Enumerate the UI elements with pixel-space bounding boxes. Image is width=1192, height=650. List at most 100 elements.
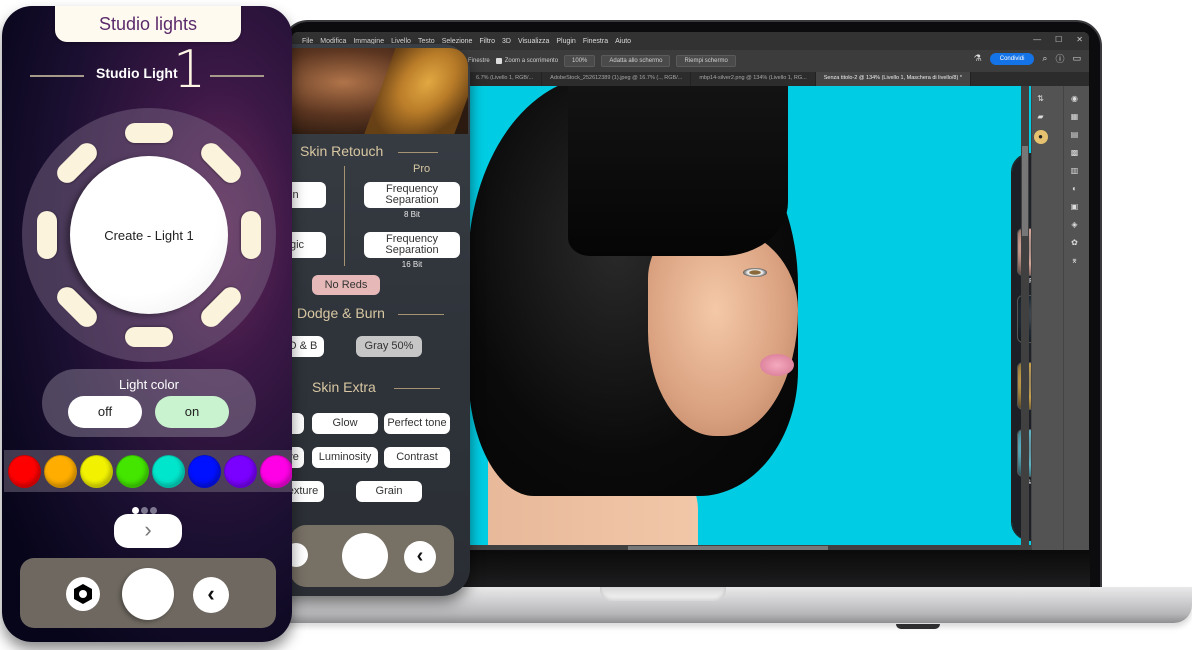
menu-item-aiuto[interactable]: Aiuto [615,38,631,45]
back-button[interactable]: ‹ [193,577,229,613]
all-windows-label[interactable]: Finestre [468,58,490,64]
zoom-100-button[interactable]: 100% [564,55,596,67]
menu-item-3d[interactable]: 3D [502,38,511,45]
fit-screen-button[interactable]: Adatta allo schermo [601,55,671,67]
light-color-on-button[interactable]: on [155,396,229,428]
scrubby-zoom-label: Zoom a scorrimento [504,58,559,64]
settings-hex-button[interactable] [66,577,100,611]
home-button[interactable] [342,533,388,579]
light-segment[interactable] [241,211,261,259]
color-swatch-bar [4,450,292,492]
patterns-icon[interactable]: ▩ [1069,148,1081,158]
no-reds-button[interactable]: No Reds [312,275,380,295]
panel-column-2: ◉ ▦ ▤ ▩ ▥ ◐ ▣ ◈ ✿ ⌆ [1063,86,1085,550]
layers-icon[interactable]: ◈ [1069,220,1081,230]
libraries-icon[interactable]: ▥ [1069,166,1081,176]
color-icon[interactable]: ◉ [1069,94,1081,104]
color-swatch[interactable] [44,454,77,488]
plugin-droplet-icon[interactable]: ● [1033,130,1048,144]
scrollbar-thumb[interactable] [1022,146,1028,236]
search-icon[interactable]: ⌕ [1042,53,1047,64]
comments-icon[interactable]: ▰ [1035,112,1047,122]
checkbox-icon [495,58,502,64]
light-segment[interactable] [125,123,173,143]
model-bangs [568,86,788,256]
home-button[interactable] [122,568,174,620]
gold-paint [364,48,468,134]
workspace-icon[interactable]: ▭ [1072,53,1081,64]
fill-screen-button[interactable]: Riempi schermo [676,55,736,67]
light-segment[interactable] [125,327,173,347]
light-color-off-button[interactable]: off [68,396,142,428]
gradients-icon[interactable]: ▤ [1069,130,1081,140]
title-line [398,152,438,153]
title-line [394,388,440,389]
color-swatch[interactable] [260,454,292,488]
light-color-title: Light color [119,377,179,392]
page-dot[interactable] [150,507,157,514]
color-swatch[interactable] [80,454,113,488]
paths-icon[interactable]: ⌆ [1069,256,1081,266]
model-eye [743,268,767,277]
color-swatch[interactable] [188,454,221,488]
document-tab[interactable]: AdobeStock_252612389 (1).jpeg @ 16.7% (.… [542,72,692,86]
menu-item-filtro[interactable]: Filtro [479,38,495,45]
color-swatch[interactable] [152,454,185,488]
panel-column-1: ⇅ ▰ ● [1031,86,1049,550]
scrubby-zoom-checkbox[interactable]: Zoom a scorrimento [495,58,559,64]
create-light-button[interactable]: Create - Light 1 [70,156,228,314]
properties-icon[interactable]: ▣ [1069,202,1081,212]
page-dot[interactable] [141,507,148,514]
bottom-dock: ‹ [20,558,276,628]
help-icon[interactable]: ⓘ [1055,52,1064,65]
close-button[interactable]: ✕ [1076,35,1083,44]
maximize-button[interactable]: ☐ [1055,35,1062,44]
minimize-button[interactable]: — [1033,35,1041,44]
light-number: 1 [173,40,207,100]
luminosity-button[interactable]: Luminosity [312,447,378,468]
studio-light-label: Studio Light [96,65,178,81]
channels-icon[interactable]: ✿ [1069,238,1081,248]
share-button[interactable]: Condividi [989,52,1035,65]
glow-button[interactable]: Glow [312,413,378,434]
light-ring: Create - Light 1 [22,108,276,362]
frequency-separation-8bit-button[interactable]: Frequency Separation [364,182,460,208]
back-button[interactable]: ‹ [404,541,436,573]
contrast-button[interactable]: Contrast [384,447,450,468]
swatches-icon[interactable]: ▦ [1069,112,1081,122]
hexagon-icon [74,584,92,604]
menu-item-plugin[interactable]: Plugin [556,38,575,45]
color-swatch[interactable] [8,454,41,488]
document-canvas[interactable]: Modify portrait excellence RetouchAi - f… [468,86,1038,545]
frequency-separation-16bit-button[interactable]: Frequency Separation [364,232,460,258]
bit-depth-label: 8 Bit [403,210,420,219]
title-line [30,75,84,77]
light-color-card: Light color off on [42,369,256,437]
document-tab[interactable]: 6.7% (Livello 1, RGB/... [468,72,543,86]
scrollbar-thumb[interactable] [628,546,828,550]
color-swatch[interactable] [116,454,149,488]
laptop-notch [600,587,726,601]
color-swatch[interactable] [224,454,257,488]
column-divider [344,166,345,266]
grain-button[interactable]: Grain [356,481,422,502]
history-icon[interactable]: ⇅ [1035,94,1047,104]
page-dot[interactable] [132,507,139,514]
promo-stage: File Modifica Immagine Livello Testo Selezion… [0,0,1192,650]
menu-item-visualizza[interactable]: Visualizza [518,38,549,45]
hero-image [290,48,468,134]
adjustments-icon[interactable]: ◐ [1069,184,1081,194]
flask-icon[interactable]: ⚗ [974,53,982,64]
light-segment[interactable] [37,211,57,259]
vertical-scrollbar[interactable] [1021,86,1029,550]
perfect-tone-button[interactable]: Perfect tone [384,413,450,434]
title-line [210,75,264,77]
skin-extra-title: Skin Extra [312,379,376,395]
document-tab[interactable]: mbp14-silver2.png @ 134% (Livello 1, RG.… [691,72,816,86]
next-page-button[interactable]: › [114,514,182,548]
document-tab[interactable]: Senza titolo-2 @ 134% (Livello 1, Masche… [815,72,971,86]
horizontal-scrollbar[interactable] [468,545,1038,550]
window-controls: — ☐ ✕ [1033,35,1083,44]
gray-50-button[interactable]: Gray 50% [356,336,422,357]
menu-item-finestra[interactable]: Finestra [583,38,608,45]
